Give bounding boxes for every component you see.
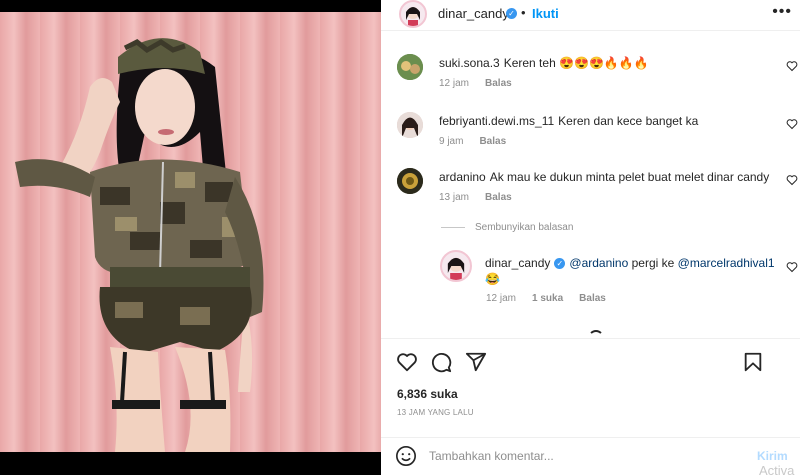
verified-badge-icon: ✓	[554, 258, 566, 269]
comment-like-icon[interactable]	[786, 261, 798, 273]
comment-time[interactable]: 9 jam	[439, 136, 463, 147]
post-panel: dinar_candy ✓ • Ikuti ••• suki.sona.3 Ker…	[381, 0, 800, 475]
separator-dot: •	[521, 5, 526, 20]
mention-link[interactable]: @ardanino	[569, 256, 628, 270]
follow-button[interactable]: Ikuti	[532, 6, 559, 21]
author-avatar[interactable]	[399, 0, 427, 28]
reply-text: dinar_candy ✓ @ardanino pergi ke @marcelra…	[485, 256, 775, 270]
post-actions: 6,836 suka 13 JAM YANG LALU Kirim Activa	[381, 338, 800, 475]
reply-time[interactable]: 12 jam	[486, 293, 516, 304]
likes-count[interactable]: 6,836 suka	[397, 387, 458, 401]
bookmark-icon[interactable]	[742, 351, 764, 373]
comment-meta: 9 jam Balas	[439, 136, 522, 147]
comment-text: ardanino Ak mau ke dukun minta pelet buat…	[439, 170, 769, 184]
reply-likes[interactable]: 1 suka	[532, 293, 563, 304]
comment-like-icon[interactable]	[786, 174, 798, 186]
comment-body: Keren dan kece banget ka	[558, 114, 699, 128]
comment-meta: 13 jam Balas	[439, 192, 528, 203]
reply-button[interactable]: Balas	[579, 293, 606, 304]
reply-username[interactable]: dinar_candy	[485, 256, 550, 270]
comment-time[interactable]: 12 jam	[439, 78, 469, 89]
avatar-image	[397, 112, 423, 138]
avatar-image	[447, 257, 465, 280]
heart-icon[interactable]	[396, 351, 418, 373]
post-comment-button[interactable]: Kirim	[757, 449, 788, 463]
mention-link[interactable]: @marcelradhival1	[678, 256, 775, 270]
share-icon[interactable]	[465, 351, 487, 373]
verified-badge-icon: ✓	[506, 8, 517, 19]
commenter-username[interactable]: ardanino	[439, 170, 486, 184]
comment-body: Ak mau ke dukun minta pelet buat melet d…	[489, 170, 770, 184]
avatar-image	[397, 54, 423, 80]
comments-list[interactable]: suki.sona.3 Keren teh 😍😍😍🔥🔥🔥 12 jam Balas …	[381, 32, 800, 342]
commenter-username[interactable]: febriyanti.dewi.ms_11	[439, 114, 554, 128]
comment-like-icon[interactable]	[786, 60, 798, 72]
comment-body: Keren teh 😍😍😍🔥🔥🔥	[503, 56, 649, 70]
reply-button[interactable]: Balas	[479, 136, 506, 147]
commenter-avatar[interactable]	[397, 112, 423, 138]
reply-body: pergi ke	[631, 256, 675, 270]
comment-input[interactable]	[429, 447, 729, 465]
reply-meta: 12 jam 1 suka Balas	[486, 293, 622, 304]
commenter-avatar[interactable]	[397, 54, 423, 80]
post-header: dinar_candy ✓ • Ikuti •••	[381, 0, 800, 31]
divider-line	[441, 226, 465, 228]
post-photo-pane	[0, 0, 381, 475]
comment-icon[interactable]	[430, 351, 452, 373]
photo-illustration	[15, 38, 264, 452]
author-username[interactable]: dinar_candy	[438, 6, 509, 21]
commenter-avatar[interactable]	[397, 168, 423, 194]
post-timestamp[interactable]: 13 JAM YANG LALU	[397, 408, 474, 417]
add-comment-bar: Kirim Activa	[381, 437, 800, 475]
activation-watermark: Activa	[759, 463, 795, 475]
post-photo[interactable]	[0, 12, 381, 452]
comment-meta: 12 jam Balas	[439, 78, 528, 89]
commenter-username[interactable]: suki.sona.3	[439, 56, 500, 70]
avatar-image	[397, 168, 423, 194]
comment-text: suki.sona.3 Keren teh 😍😍😍🔥🔥🔥	[439, 56, 649, 70]
smiley-icon[interactable]	[395, 445, 417, 467]
reply-button[interactable]: Balas	[485, 78, 512, 89]
comment-like-icon[interactable]	[786, 118, 798, 130]
comment-text: febriyanti.dewi.ms_11 Keren dan kece bang…	[439, 114, 698, 128]
comment-time[interactable]: 13 jam	[439, 192, 469, 203]
avatar-image	[406, 7, 420, 26]
reply-emoji: 😂	[485, 272, 500, 286]
reply-author-avatar[interactable]	[440, 250, 472, 282]
reply-button[interactable]: Balas	[485, 192, 512, 203]
hide-replies-toggle[interactable]: Sembunyikan balasan	[441, 222, 573, 233]
hide-replies-label: Sembunyikan balasan	[475, 222, 574, 233]
more-horizontal-icon[interactable]: •••	[772, 3, 792, 21]
